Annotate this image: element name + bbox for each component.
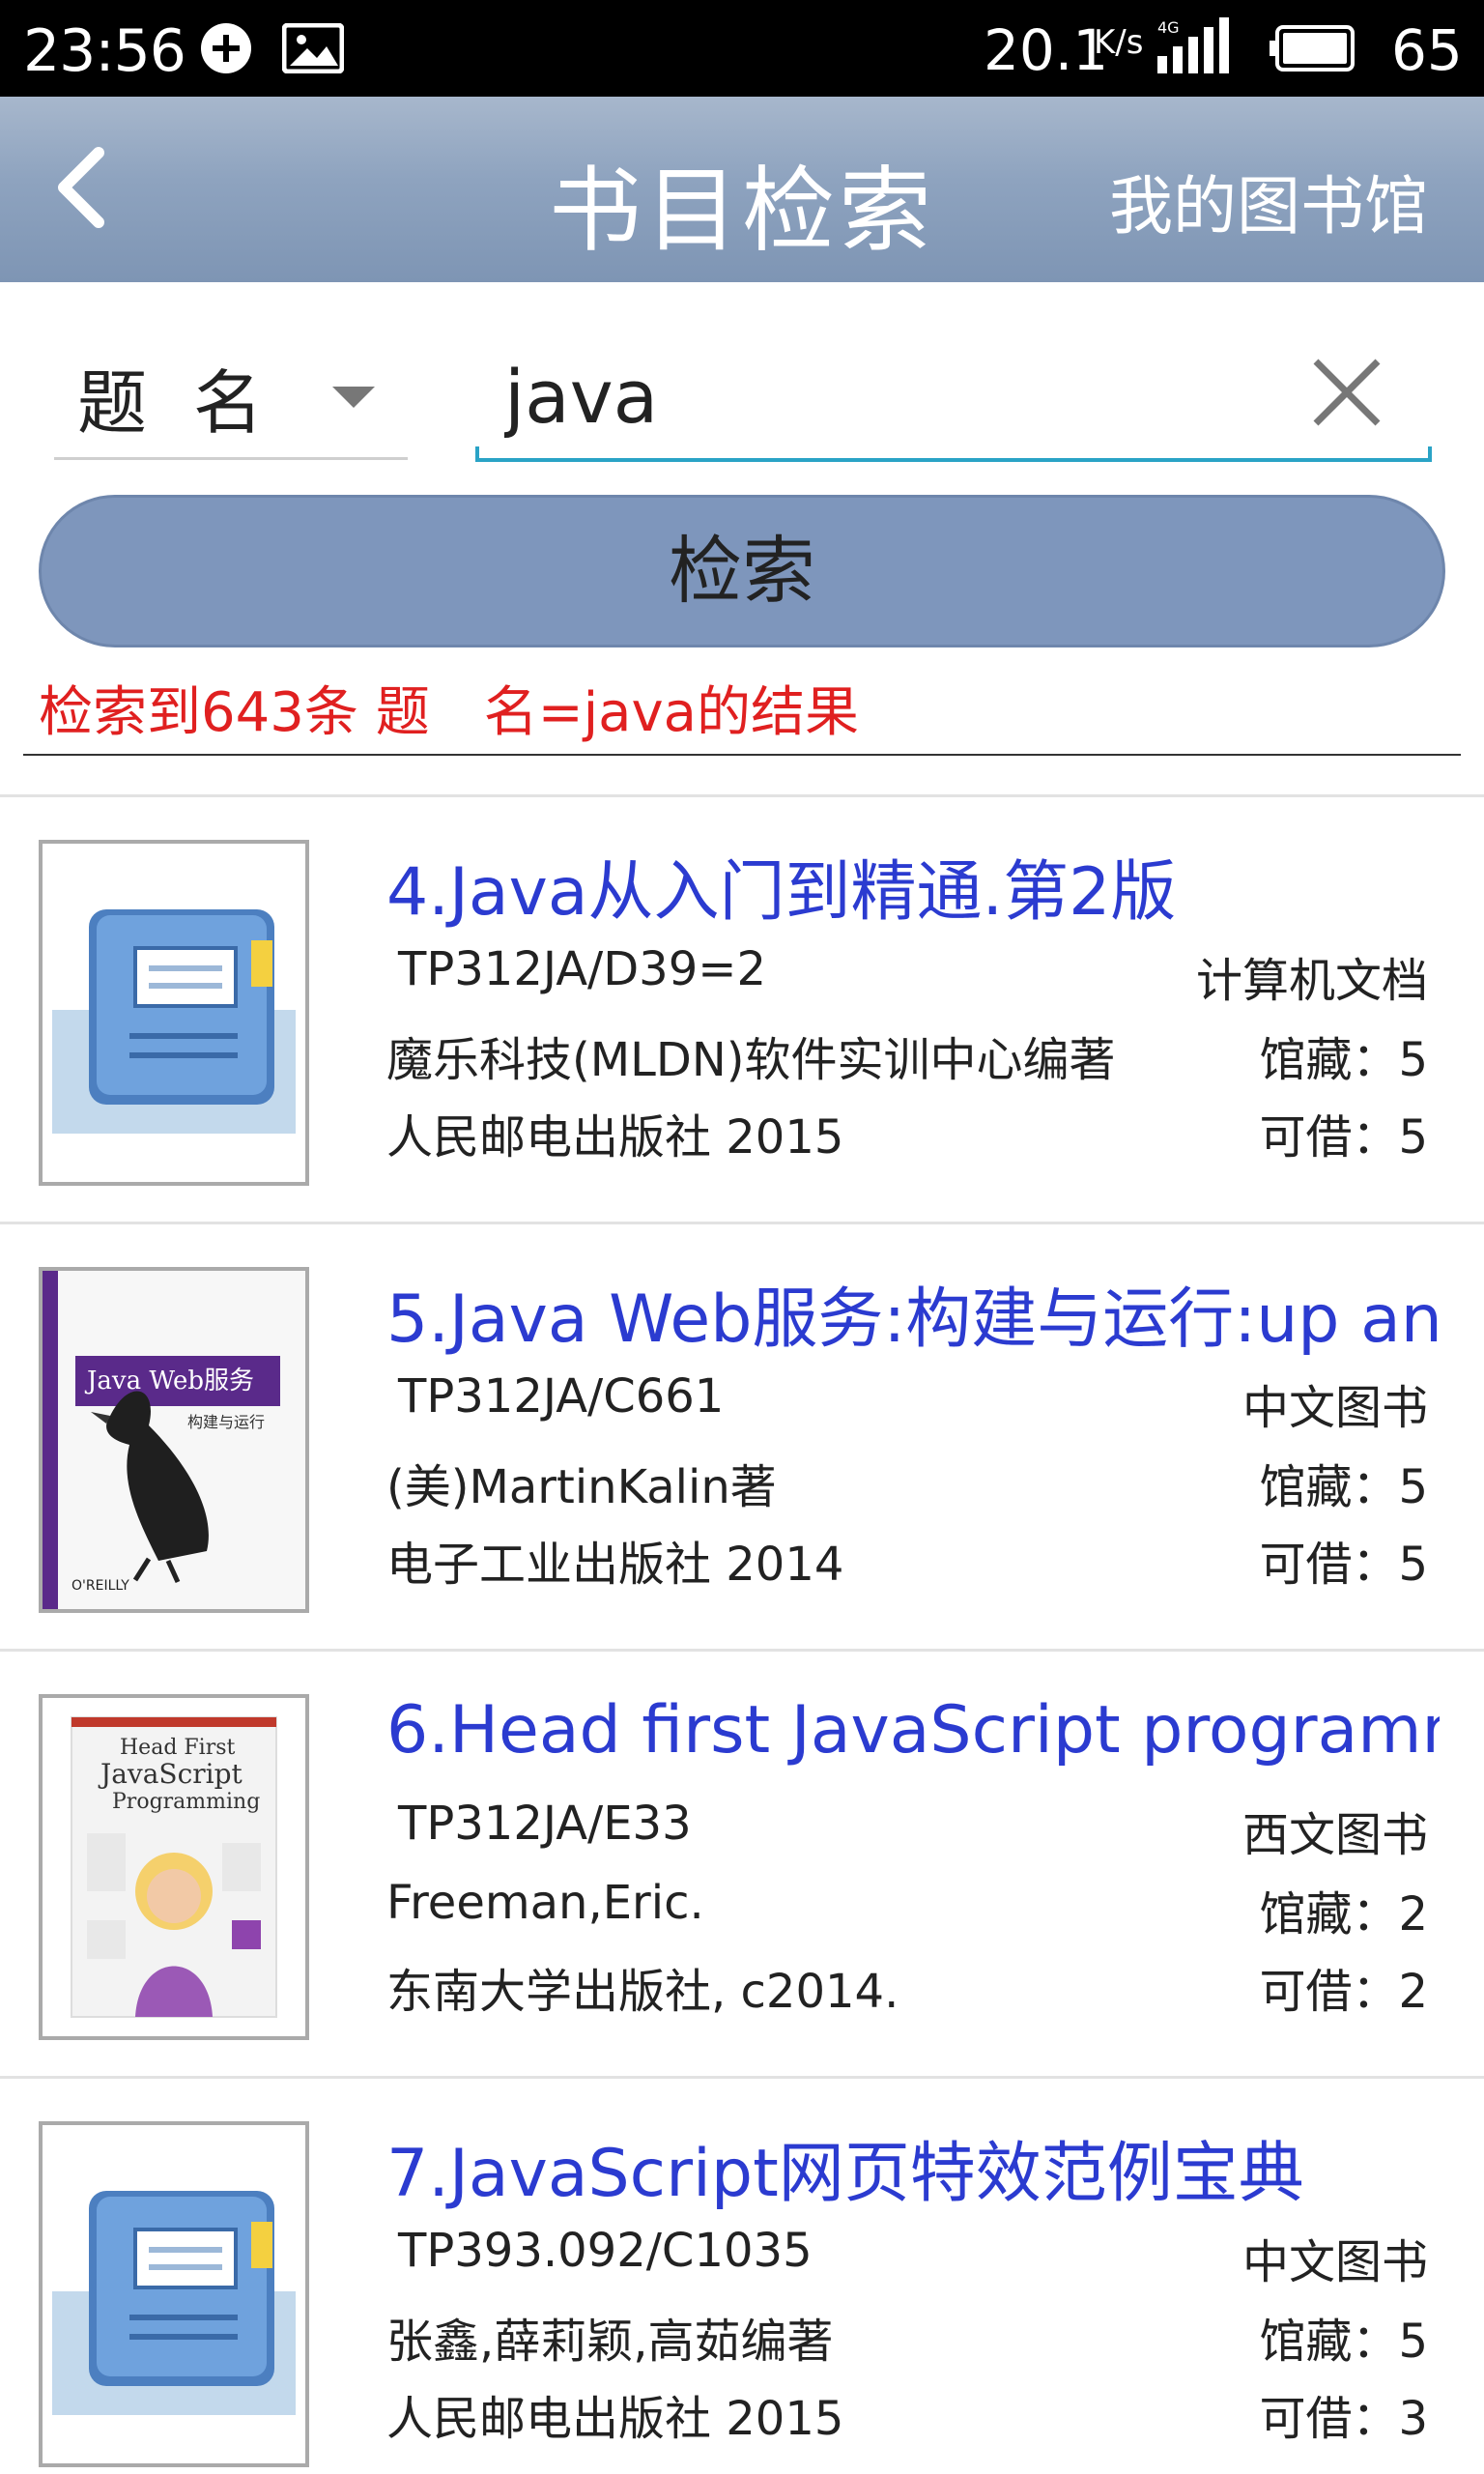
status-bar: 23:56 20.1 K/s 4G 65 bbox=[0, 0, 1484, 97]
book-title[interactable]: 6.Head first JavaScript programming .. bbox=[386, 1692, 1440, 1769]
publisher: 电子工业出版社 2014 bbox=[386, 1538, 844, 1592]
list-item[interactable]: 7.JavaScript网页特效范例宝典 TP393.092/C1035 中文图… bbox=[0, 2076, 1484, 2474]
available-count: 可借：5 bbox=[1259, 1110, 1428, 1165]
result-summary: 检索到643条 题 名=java的结果 bbox=[39, 681, 859, 744]
network-speed: 20.1 bbox=[984, 17, 1109, 83]
holdings-count: 馆藏：5 bbox=[1259, 1460, 1428, 1514]
app-header: 书目检索 我的图书馆 bbox=[0, 97, 1484, 282]
cover-publisher-label: O'REILLY bbox=[71, 1578, 129, 1594]
signal-4g-icon: 4G bbox=[1157, 17, 1229, 73]
publisher: 人民邮电出版社 2015 bbox=[386, 1110, 844, 1165]
list-item[interactable]: 4.Java从入门到精通.第2版 TP312JA/D39=2 计算机文档 魔乐科… bbox=[0, 794, 1484, 1222]
holdings-count: 馆藏：2 bbox=[1259, 1887, 1428, 1942]
book-placeholder-icon bbox=[52, 909, 296, 1134]
results-list: 4.Java从入门到精通.第2版 TP312JA/D39=2 计算机文档 魔乐科… bbox=[0, 794, 1484, 2474]
clear-icon[interactable] bbox=[1310, 356, 1384, 429]
battery-level: 65 bbox=[1391, 17, 1463, 83]
available-count: 可借：2 bbox=[1259, 1965, 1428, 2019]
category: 西文图书 bbox=[1241, 1808, 1428, 1862]
holdings-count: 馆藏：5 bbox=[1259, 2315, 1428, 2369]
search-button[interactable]: 检索 bbox=[39, 495, 1445, 647]
book-cover: Java Web服务 构建与运行 O'REILLY bbox=[39, 1267, 309, 1613]
author: 魔乐科技(MLDN)软件实训中心编著 bbox=[386, 1033, 1116, 1087]
author: (美)MartinKalin著 bbox=[386, 1460, 777, 1514]
available-count: 可借：5 bbox=[1259, 1538, 1428, 1592]
sync-icon bbox=[201, 23, 251, 73]
author: Freeman,Eric. bbox=[386, 1876, 704, 1930]
search-field-label: 题名 bbox=[77, 362, 310, 444]
call-number: TP312JA/C661 bbox=[398, 1369, 725, 1424]
search-box bbox=[475, 338, 1432, 462]
status-time: 23:56 bbox=[23, 17, 186, 85]
list-item[interactable]: Java Web服务 构建与运行 O'REILLY 5.Java Web服务:构… bbox=[0, 1222, 1484, 1649]
network-type-label: 4G bbox=[1157, 18, 1180, 37]
divider bbox=[23, 754, 1461, 756]
book-title[interactable]: 7.JavaScript网页特效范例宝典 bbox=[386, 2119, 1440, 2215]
cover-text-2: JavaScript bbox=[98, 1758, 243, 1790]
cover-subtitle: 构建与运行 bbox=[187, 1413, 265, 1431]
author: 张鑫,薛莉颖,高茹编著 bbox=[386, 2315, 834, 2369]
category: 中文图书 bbox=[1241, 2235, 1428, 2289]
book-title[interactable]: 4.Java从入门到精通.第2版 bbox=[386, 838, 1440, 934]
image-icon bbox=[282, 23, 344, 73]
category: 计算机文档 bbox=[1195, 954, 1428, 1008]
publisher: 人民邮电出版社 2015 bbox=[386, 2392, 844, 2446]
book-title[interactable]: 5.Java Web服务:构建与运行:up and.. bbox=[386, 1265, 1440, 1361]
list-item[interactable]: Head First JavaScript Programming 6.Head… bbox=[0, 1649, 1484, 2076]
book-placeholder-icon bbox=[52, 2191, 296, 2415]
cover-text-3: Programming bbox=[112, 1790, 260, 1814]
battery-icon bbox=[1270, 25, 1355, 72]
chevron-down-icon bbox=[332, 387, 375, 408]
book-cover bbox=[39, 840, 309, 1186]
book-cover bbox=[39, 2121, 309, 2467]
java-web-cover-image: Java Web服务 构建与运行 O'REILLY bbox=[43, 1271, 305, 1609]
publisher: 东南大学出版社, c2014. bbox=[386, 1965, 899, 2019]
call-number: TP393.092/C1035 bbox=[398, 2224, 813, 2278]
search-field-dropdown[interactable]: 题名 bbox=[54, 338, 408, 460]
cover-title: Java Web服务 bbox=[84, 1366, 254, 1395]
call-number: TP312JA/E33 bbox=[398, 1797, 692, 1851]
search-input[interactable] bbox=[504, 348, 1258, 445]
call-number: TP312JA/D39=2 bbox=[398, 942, 766, 996]
category: 中文图书 bbox=[1241, 1381, 1428, 1435]
book-cover: Head First JavaScript Programming bbox=[39, 1694, 309, 2040]
available-count: 可借：3 bbox=[1259, 2392, 1428, 2446]
network-speed-unit: K/s bbox=[1094, 23, 1144, 62]
head-first-cover-image: Head First JavaScript Programming bbox=[43, 1698, 305, 2036]
my-library-link[interactable]: 我的图书馆 bbox=[1109, 155, 1428, 247]
holdings-count: 馆藏：5 bbox=[1259, 1033, 1428, 1087]
cover-text-1: Head First bbox=[120, 1736, 236, 1760]
